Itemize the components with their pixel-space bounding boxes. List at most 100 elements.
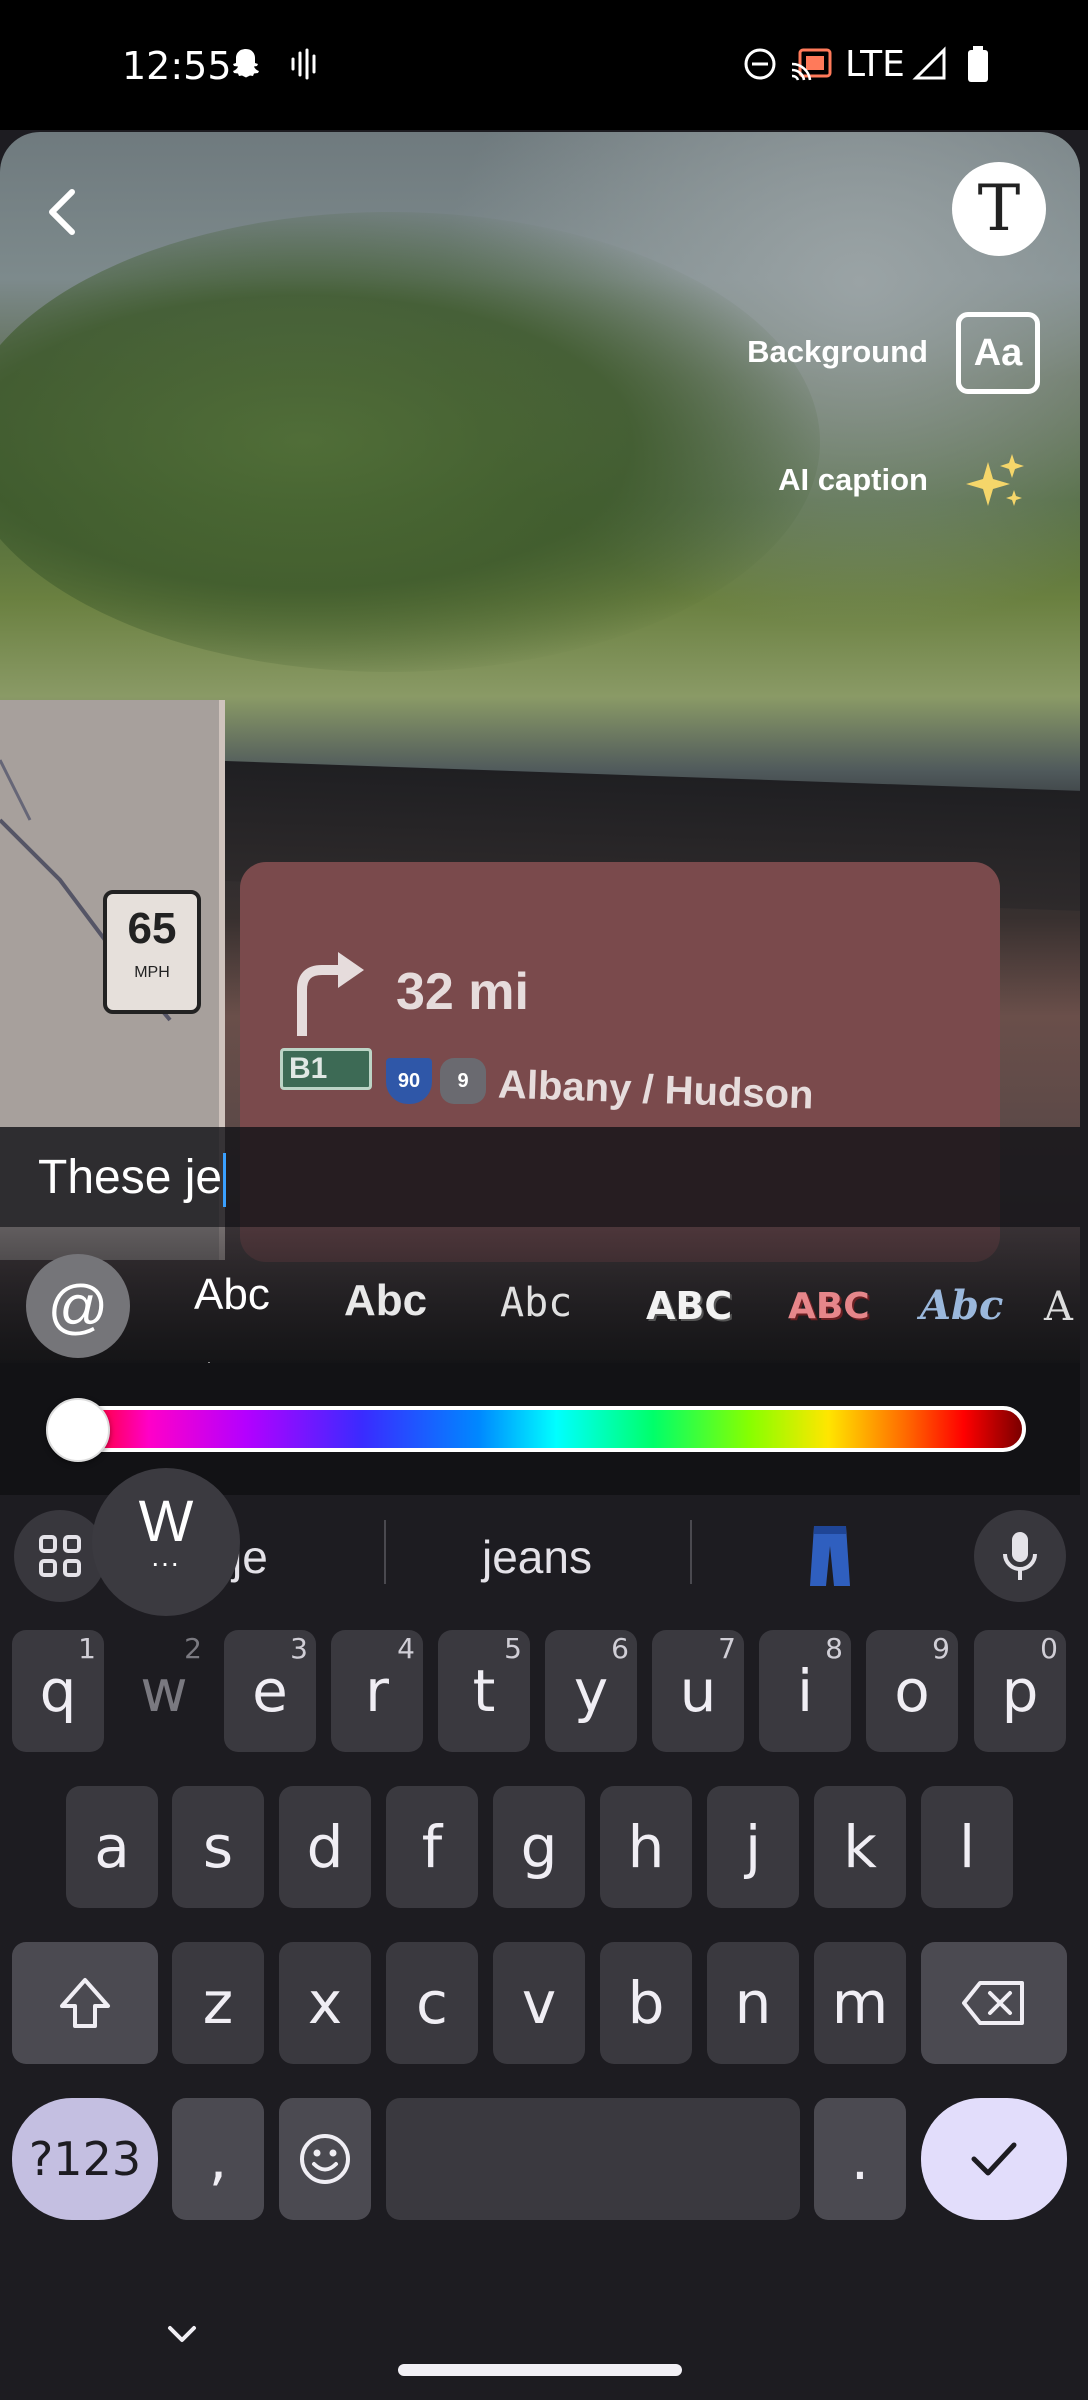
suggestion-divider: [690, 1520, 692, 1584]
route-distance: 32 mi: [396, 963, 529, 1021]
key-u[interactable]: u7: [652, 1630, 744, 1752]
do-not-disturb-icon: [742, 46, 778, 87]
background-icon-text: Aa: [973, 331, 1023, 374]
key-hint: 1: [78, 1632, 96, 1665]
key-k[interactable]: k: [814, 1786, 906, 1908]
key-preview-dots: ...: [151, 1541, 181, 1572]
sparkles-icon[interactable]: [966, 452, 1026, 512]
caption-input[interactable]: These je: [38, 1150, 227, 1208]
style-option-serif[interactable]: A: [1044, 1284, 1073, 1330]
style-option-retro[interactable]: ABC: [788, 1286, 870, 1327]
mention-button[interactable]: @: [26, 1254, 130, 1358]
checkmark-icon: [971, 2142, 1017, 2176]
speed-limit-value: 65: [127, 904, 177, 953]
key-j[interactable]: j: [707, 1786, 799, 1908]
key-hint: 4: [397, 1632, 415, 1665]
key-h[interactable]: h: [600, 1786, 692, 1908]
suggestion-divider: [384, 1520, 386, 1584]
color-slider-thumb[interactable]: [46, 1398, 110, 1462]
key-hint: 5: [504, 1632, 522, 1665]
mention-symbol: @: [47, 1272, 109, 1340]
style-option-classic[interactable]: Abc: [194, 1270, 270, 1320]
trees-area: [0, 212, 820, 672]
key-label: q: [39, 1657, 77, 1725]
interstate-shield: 90: [386, 1058, 432, 1104]
key-label: e: [252, 1657, 288, 1725]
back-button[interactable]: [40, 182, 84, 242]
exit-label: B1: [289, 1052, 328, 1085]
key-o[interactable]: o9: [866, 1630, 958, 1752]
key-hint: 0: [1040, 1632, 1058, 1665]
home-indicator[interactable]: [398, 2364, 682, 2376]
suggestion-2[interactable]: jeans: [482, 1530, 592, 1584]
jeans-icon: [810, 1526, 850, 1586]
status-time: 12:55: [122, 44, 232, 88]
key-z[interactable]: z: [172, 1942, 264, 2064]
key-s[interactable]: s: [172, 1786, 264, 1908]
key-hint: 9: [932, 1632, 950, 1665]
signal-icon: [912, 46, 948, 87]
key-p[interactable]: p0: [974, 1630, 1066, 1752]
key-b[interactable]: b: [600, 1942, 692, 2064]
shift-key[interactable]: [12, 1942, 158, 2064]
key-hint: 3: [290, 1632, 308, 1665]
microphone-button[interactable]: [974, 1510, 1066, 1602]
key-w[interactable]: w2: [118, 1630, 210, 1752]
done-key[interactable]: [921, 2098, 1067, 2220]
ai-caption-label[interactable]: AI caption: [700, 462, 928, 498]
key-r[interactable]: r4: [331, 1630, 423, 1752]
style-option-bold[interactable]: Abc: [344, 1276, 427, 1326]
key-g[interactable]: g: [493, 1786, 585, 1908]
caption-text: These je: [38, 1151, 223, 1204]
key-x[interactable]: x: [279, 1942, 371, 2064]
period-key[interactable]: .: [814, 2098, 906, 2220]
key-t[interactable]: t5: [438, 1630, 530, 1752]
key-hint: 7: [718, 1632, 736, 1665]
turn-right-icon: [290, 940, 370, 1045]
emoji-key[interactable]: [279, 2098, 371, 2220]
key-a[interactable]: a: [66, 1786, 158, 1908]
suggestion-3-jeans-emoji[interactable]: [808, 1524, 852, 1599]
snapchat-ghost-icon: [228, 46, 264, 87]
cast-icon: [790, 46, 832, 87]
key-f[interactable]: f: [386, 1786, 478, 1908]
key-d[interactable]: d: [279, 1786, 371, 1908]
key-n[interactable]: n: [707, 1942, 799, 2064]
text-cursor: [223, 1153, 227, 1208]
key-i[interactable]: i8: [759, 1630, 851, 1752]
style-option-outline[interactable]: ABC: [646, 1284, 732, 1328]
interstate-number: 90: [397, 1070, 421, 1092]
microphone-icon: [1003, 1532, 1037, 1580]
style-option-typewriter[interactable]: Abc: [500, 1280, 572, 1326]
text-tool-button[interactable]: T: [952, 162, 1046, 256]
space-key[interactable]: [386, 2098, 800, 2220]
key-y[interactable]: y6: [545, 1630, 637, 1752]
key-hint: 8: [825, 1632, 843, 1665]
backspace-key[interactable]: [921, 1942, 1067, 2064]
battery-icon: [966, 46, 990, 89]
key-m[interactable]: m: [814, 1942, 906, 2064]
style-option-gothic[interactable]: Abc: [920, 1282, 1003, 1329]
key-q[interactable]: q1: [12, 1630, 104, 1752]
key-c[interactable]: c: [386, 1942, 478, 2064]
chevron-down-icon: [168, 2326, 196, 2342]
route-number: 9: [457, 1070, 469, 1092]
key-hint: 6: [611, 1632, 629, 1665]
key-e[interactable]: e3: [224, 1630, 316, 1752]
key-label: r: [365, 1657, 389, 1725]
network-type: LTE: [845, 44, 905, 85]
key-label: p: [1001, 1657, 1039, 1725]
key-l[interactable]: l: [921, 1786, 1013, 1908]
key-label: t: [472, 1657, 496, 1725]
comma-key[interactable]: ,: [172, 2098, 264, 2220]
symbols-key[interactable]: ?123: [12, 2098, 158, 2220]
key-preview-popup: W ...: [92, 1468, 240, 1616]
color-slider[interactable]: [48, 1406, 1026, 1452]
background-label[interactable]: Background: [700, 334, 928, 370]
hide-keyboard-button[interactable]: [164, 2322, 200, 2351]
background-button[interactable]: Aa: [956, 312, 1040, 394]
exit-sign: B1: [280, 1048, 372, 1090]
status-bar: 12:55 LTE: [0, 0, 1088, 130]
route-shield: 9: [440, 1058, 486, 1104]
key-v[interactable]: v: [493, 1942, 585, 2064]
